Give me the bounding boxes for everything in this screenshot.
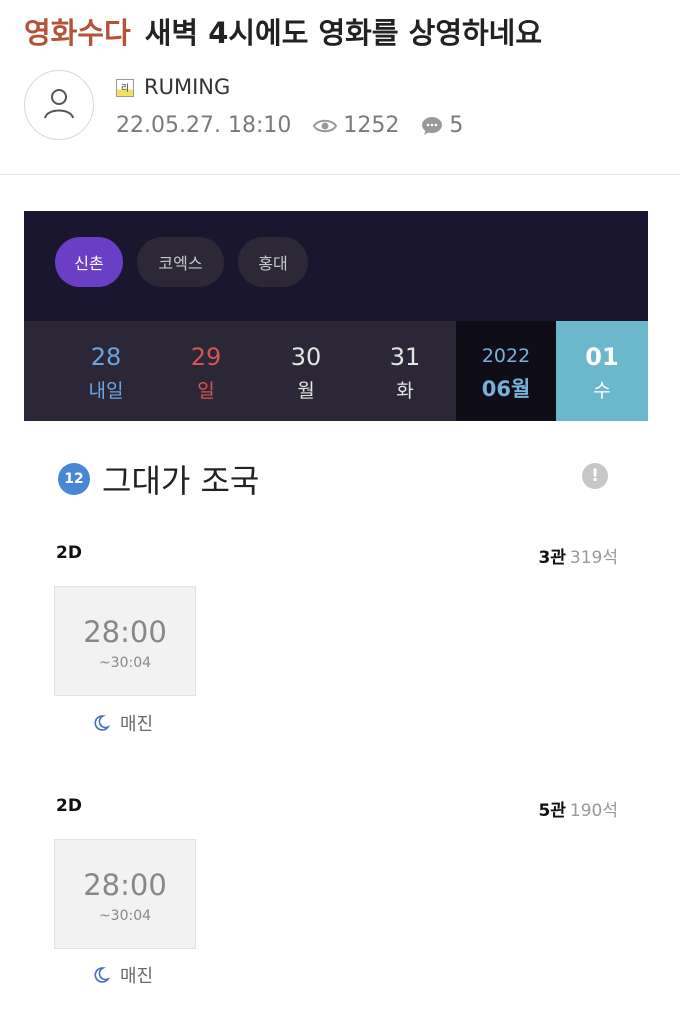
hall-name: 5관 (538, 801, 566, 821)
month-label: 2022 06월 (456, 321, 556, 421)
start-time: 28:00 (83, 615, 167, 649)
screen-format: 2D (56, 543, 82, 563)
date-number: 28 (90, 343, 122, 371)
date-number: 30 (290, 343, 322, 371)
author-name[interactable]: RUMING (144, 75, 230, 99)
tab-cinema-coex[interactable]: 코엑스 (137, 237, 224, 287)
level-badge: 리 (116, 79, 134, 97)
tab-cinema-sinchon[interactable]: 신촌 (55, 237, 123, 287)
date-day: 내일 (88, 380, 124, 402)
seat-count: 190석 (569, 801, 618, 821)
end-time: ~30:04 (98, 655, 152, 671)
date-number: 01 (585, 343, 619, 371)
view-count: 1252 (343, 113, 400, 138)
date-item[interactable]: 30 월 (266, 321, 346, 421)
date-day: 월 (297, 380, 315, 402)
post-title: 영화수다 새벽 4시에도 영화를 상영하네요 (24, 10, 542, 52)
soldout-text: 매진 (120, 714, 154, 735)
avatar[interactable] (24, 70, 94, 140)
user-icon (41, 85, 77, 125)
info-icon[interactable]: ! (582, 463, 608, 489)
post-date: 22.05.27. 18:10 (116, 113, 292, 138)
board-name[interactable]: 영화수다 (24, 16, 131, 50)
hall-name: 3관 (538, 548, 566, 568)
soldout-label: 매진 (92, 962, 153, 988)
seat-count: 319석 (569, 548, 618, 568)
year-text: 2022 (481, 345, 531, 367)
post-meta: 22.05.27. 18:10 1252 5 (116, 113, 463, 138)
comment-count[interactable]: 5 (449, 113, 463, 138)
date-item[interactable]: 31 화 (365, 321, 445, 421)
cinema-selector: 신촌 코엑스 홍대 (24, 211, 648, 321)
tab-cinema-hongdae[interactable]: 홍대 (238, 237, 308, 287)
date-item-selected[interactable]: 01 수 (556, 321, 648, 421)
age-rating-badge: 12 (58, 463, 90, 495)
date-day: 수 (593, 380, 611, 402)
speech-bubble-icon (421, 116, 443, 136)
date-item[interactable]: 28 내일 (66, 321, 146, 421)
hall-info: 3관 319석 (538, 543, 618, 568)
start-time: 28:00 (83, 868, 167, 902)
date-day: 화 (396, 380, 414, 402)
eye-icon (313, 118, 338, 134)
movie-title: 그대가 조국 (102, 462, 260, 500)
date-number: 31 (389, 343, 421, 371)
showtime-button[interactable]: 28:00 ~30:04 (54, 586, 196, 696)
post-title-text: 새벽 4시에도 영화를 상영하네요 (144, 16, 543, 50)
date-number: 29 (190, 343, 222, 371)
date-day: 일 (197, 380, 215, 402)
hall-info: 5관 190석 (538, 796, 618, 821)
moon-icon (92, 714, 110, 732)
end-time: ~30:04 (98, 908, 152, 924)
date-item[interactable]: 29 일 (166, 321, 246, 421)
showtime-button[interactable]: 28:00 ~30:04 (54, 839, 196, 949)
month-text: 06월 (481, 377, 531, 401)
soldout-text: 매진 (120, 966, 154, 987)
screen-format: 2D (56, 796, 82, 816)
date-selector: 28 내일 29 일 30 월 31 화 2022 06월 01 수 (24, 321, 648, 421)
moon-icon (92, 966, 110, 984)
divider (0, 174, 680, 175)
soldout-label: 매진 (92, 710, 153, 736)
